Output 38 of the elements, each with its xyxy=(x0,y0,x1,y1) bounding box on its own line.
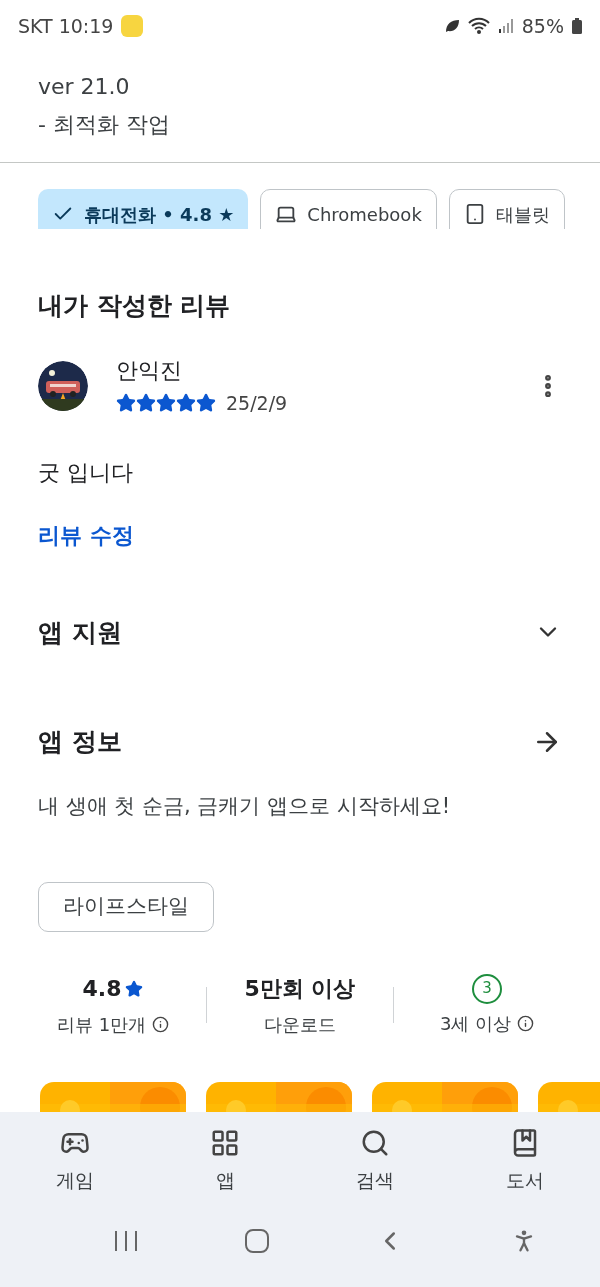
edit-review-link[interactable]: 리뷰 수정 xyxy=(38,518,134,552)
nav-tab[interactable]: 게임 xyxy=(0,1128,150,1195)
battery-icon xyxy=(572,18,582,34)
review-text: 굿 입니다 xyxy=(38,458,134,487)
wifi-icon xyxy=(467,17,490,35)
info-icon[interactable] xyxy=(152,1016,170,1033)
recent-apps-icon[interactable] xyxy=(112,1228,139,1253)
release-note-line: ver 21.0 xyxy=(38,73,131,101)
app-support-row[interactable]: 앱 지원 xyxy=(38,613,562,651)
nav-tab[interactable]: 도서 xyxy=(450,1128,600,1195)
rating-value: 4.8 xyxy=(82,975,122,1003)
age-rating-badge: 3 xyxy=(472,973,502,1004)
review-date: 25/2/9 xyxy=(226,391,288,416)
nav-tab[interactable]: 검색 xyxy=(300,1128,450,1195)
device-chip[interactable]: 태블릿 xyxy=(448,189,565,229)
nav-tab[interactable]: 앱 xyxy=(150,1128,300,1195)
info-icon[interactable] xyxy=(517,1014,535,1032)
stat-label: 3세 이상 xyxy=(439,1011,512,1036)
grid-icon xyxy=(210,1128,240,1158)
app-description: 내 생애 첫 순금, 금캐기 앱으로 시작하세요! xyxy=(38,792,452,820)
downloads-value: 5만회 이상 xyxy=(244,975,356,1003)
signal-icon xyxy=(497,18,514,34)
notification-app-icon xyxy=(121,15,144,37)
release-note-line: - 최적화 작업 xyxy=(38,111,171,139)
section-title: 내가 작성한 리뷰 xyxy=(38,289,232,322)
leaf-icon xyxy=(443,18,460,34)
category-chip[interactable]: 라이프스타일 xyxy=(38,882,214,932)
stat-label: 리뷰 1만개 xyxy=(56,1013,147,1037)
search-icon xyxy=(360,1128,390,1158)
reviewer-name: 안익진 xyxy=(116,357,183,385)
battery-percent: 85% xyxy=(521,13,564,39)
status-time: SKT 10:19 xyxy=(18,13,114,39)
star-icon xyxy=(125,979,144,998)
stat-label: 다운로드 xyxy=(264,1013,336,1037)
app-info-row[interactable]: 앱 정보 xyxy=(38,723,562,761)
device-chip[interactable]: Chromebook xyxy=(260,189,437,229)
home-icon[interactable] xyxy=(243,1227,270,1254)
device-chip[interactable]: 휴대전화 • 4.8 ★ xyxy=(38,189,249,229)
